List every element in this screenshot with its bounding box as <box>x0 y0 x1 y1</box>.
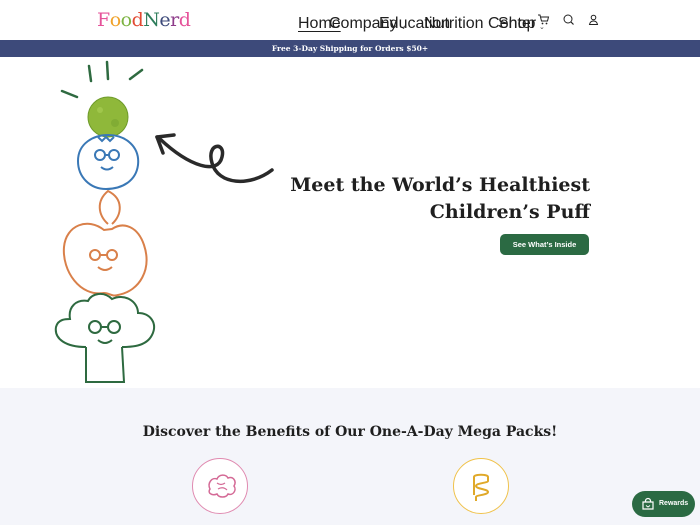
hero-section: Meet the World’s Healthiest Children’s P… <box>0 57 700 388</box>
logo-letter: d <box>131 9 144 31</box>
logo-letter: F <box>97 9 110 31</box>
hero-title: Meet the World’s Healthiest Children’s P… <box>290 172 590 226</box>
logo-letter: o <box>120 9 132 31</box>
green-ball-icon <box>87 96 129 138</box>
announcement-text: Free 3-Day Shipping for Orders $50+ <box>271 44 429 53</box>
site-header: FoodNerd Home Company ⌄ Education Nutriti… <box>0 0 700 40</box>
rewards-button[interactable]: Rewards <box>632 491 695 517</box>
hero-title-line1: Meet the World’s Healthiest <box>290 174 590 196</box>
search-icon[interactable] <box>562 13 575 26</box>
brain-icon <box>208 474 236 498</box>
see-whats-inside-button[interactable]: See What’s Inside <box>500 234 589 255</box>
blueberry-character-icon <box>76 133 140 191</box>
gut-benefit-badge <box>453 458 509 514</box>
nav-item-shop[interactable]: Shop <box>498 15 535 33</box>
gift-bag-icon <box>642 497 654 510</box>
rewards-label: Rewards <box>659 500 689 507</box>
benefits-title: Discover the Benefits of Our One-A-Day M… <box>142 424 558 440</box>
gut-icon <box>473 473 490 501</box>
brand-logo[interactable]: FoodNerd <box>97 9 191 31</box>
brain-benefit-badge <box>192 458 248 514</box>
apple-character-icon <box>62 189 148 297</box>
logo-letter: N <box>143 9 160 31</box>
logo-letter: r <box>170 9 179 31</box>
sparkle-lines <box>60 60 144 99</box>
announcement-bar: Free 3-Day Shipping for Orders $50+ <box>0 40 700 57</box>
logo-letter: d <box>178 9 191 31</box>
broccoli-character-icon <box>54 293 156 383</box>
hero-title-line2: Children’s Puff <box>429 201 590 223</box>
logo-letter: e <box>159 9 171 31</box>
cart-icon[interactable] <box>537 13 550 26</box>
logo-letter: o <box>109 9 121 31</box>
arrow-icon <box>155 133 274 183</box>
account-icon[interactable] <box>587 13 600 26</box>
benefits-section: Discover the Benefits of Our One-A-Day M… <box>0 388 700 525</box>
hero-illustration <box>54 60 274 383</box>
